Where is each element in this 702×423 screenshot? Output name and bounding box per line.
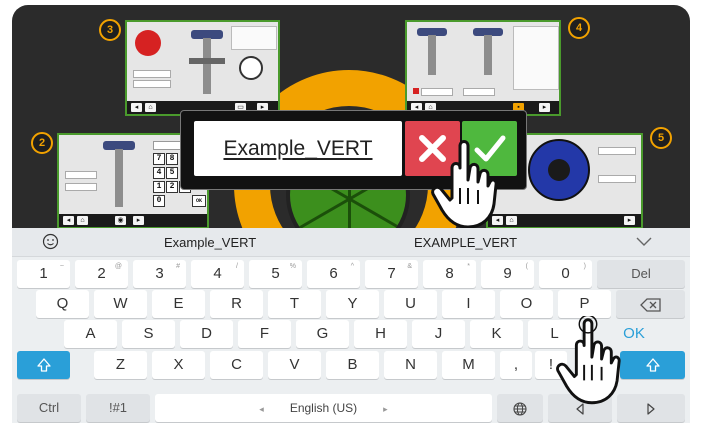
key-p[interactable]: P: [558, 290, 611, 318]
red-stop-indicator: [135, 30, 161, 56]
cursor-right-icon: [647, 402, 655, 415]
key-u[interactable]: U: [384, 290, 437, 318]
language-prev-icon: ◂: [259, 404, 264, 414]
key-2[interactable]: 2 @: [75, 260, 128, 288]
key-g[interactable]: G: [296, 320, 349, 348]
emoji-icon[interactable]: [42, 233, 59, 250]
space-bar[interactable]: ◂ English (US) ▸: [155, 394, 492, 422]
panel-toolbar: ◂ ⌂ ▸: [488, 214, 641, 227]
hand-pointer-icon: [431, 140, 498, 229]
key-e[interactable]: E: [152, 290, 205, 318]
backspace-key[interactable]: [616, 290, 685, 318]
key-s[interactable]: S: [122, 320, 175, 348]
key-1[interactable]: 1 ~: [17, 260, 70, 288]
cursor-right-key[interactable]: [617, 394, 685, 422]
key-7[interactable]: 7 &: [365, 260, 418, 288]
key-q[interactable]: Q: [36, 290, 89, 318]
chevron-down-icon[interactable]: [634, 234, 654, 248]
panel-number-badge: 3: [99, 19, 121, 41]
key-i[interactable]: I: [442, 290, 495, 318]
shift-key-right[interactable]: [620, 351, 685, 379]
shift-icon: [36, 358, 51, 372]
panel-4-preview[interactable]: ◂ ⌂ ▪ ▸: [405, 20, 561, 116]
key-v[interactable]: V: [268, 351, 321, 379]
key-8[interactable]: 8 *: [423, 260, 476, 288]
key-h[interactable]: H: [354, 320, 407, 348]
key-6[interactable]: 6 ^: [307, 260, 360, 288]
key-y[interactable]: Y: [326, 290, 379, 318]
delete-key[interactable]: Del: [597, 260, 685, 288]
key-5[interactable]: 5%: [249, 260, 302, 288]
key-9[interactable]: 9(: [481, 260, 534, 288]
key-t[interactable]: T: [268, 290, 321, 318]
key-3[interactable]: 3 #: [133, 260, 186, 288]
key-x[interactable]: X: [152, 351, 205, 379]
key-f[interactable]: F: [238, 320, 291, 348]
key-n[interactable]: N: [384, 351, 437, 379]
machine-illustration: [99, 139, 139, 211]
key-j[interactable]: J: [412, 320, 465, 348]
machine-illustration-left: [413, 26, 453, 88]
key-k[interactable]: K: [470, 320, 523, 348]
key-a[interactable]: A: [64, 320, 117, 348]
key-4[interactable]: 4/: [191, 260, 244, 288]
language-next-icon: ▸: [383, 404, 388, 414]
key-comma[interactable]: ,: [500, 351, 532, 379]
blue-disc-graphic: [528, 139, 590, 201]
key-b[interactable]: B: [326, 351, 379, 379]
panel-number-badge: 2: [31, 132, 53, 154]
panel-table: [231, 26, 277, 50]
key-w[interactable]: W: [94, 290, 147, 318]
globe-icon: [513, 402, 527, 416]
key-0[interactable]: 0): [539, 260, 592, 288]
gauge-icon: [239, 56, 263, 80]
symbols-key[interactable]: !#1: [86, 394, 150, 422]
panel-number-badge: 5: [650, 127, 672, 149]
suggestion-item[interactable]: EXAMPLE_VERT: [414, 235, 517, 250]
panel-toolbar: ◂ ⌂ ◉ ▸: [59, 214, 207, 227]
language-label: English (US): [289, 401, 358, 415]
key-d[interactable]: D: [180, 320, 233, 348]
panel-number-badge: 4: [568, 17, 590, 39]
key-m[interactable]: M: [442, 351, 495, 379]
machine-illustration: [187, 28, 227, 98]
shift-key-left[interactable]: [17, 351, 70, 379]
ctrl-key[interactable]: Ctrl: [17, 394, 81, 422]
suggestion-item[interactable]: Example_VERT: [164, 235, 256, 250]
name-input-field[interactable]: Example_VERT: [194, 121, 402, 176]
machine-illustration-right: [469, 26, 509, 88]
hand-pointer-icon: [556, 316, 621, 405]
key-o[interactable]: O: [500, 290, 553, 318]
panel-table: [513, 26, 559, 90]
key-c[interactable]: C: [210, 351, 263, 379]
backspace-icon: [639, 297, 661, 312]
panel-3-preview[interactable]: ◂ ⌂ ▭ ▸: [125, 20, 280, 116]
globe-key[interactable]: [497, 394, 543, 422]
key-r[interactable]: R: [210, 290, 263, 318]
suggestion-bar: Example_VERT EXAMPLE_VERT: [12, 228, 690, 257]
key-z[interactable]: Z: [94, 351, 147, 379]
shift-icon: [645, 358, 660, 372]
